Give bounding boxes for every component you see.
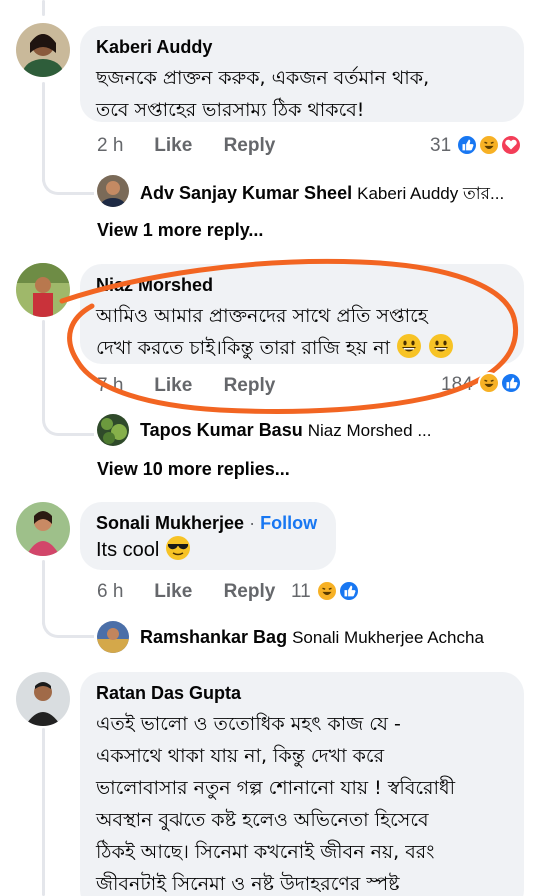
thread-line [42,82,45,182]
comment-actions: 2 h Like Reply [97,135,275,157]
avatar[interactable] [16,23,70,77]
comment-actions: 6 h Like Reply [97,581,275,603]
reply-snippet: Sonali Mukherjee Achcha [292,628,484,647]
avatar[interactable] [16,672,70,726]
haha-reaction-icon [478,372,500,394]
comment-bubble: Sonali Mukherjee · Follow Its cool [80,502,336,570]
like-button[interactable]: Like [154,135,218,157]
avatar[interactable] [16,502,70,556]
reply-snippet: Niaz Morshed ... [307,421,432,440]
haha-reaction-icon [316,580,338,602]
comment-text-line: ঠিকই আছে। সিনেমা কখনোই জীবন নয়, বরং [96,841,435,863]
comment-text-line: Its cool [96,539,160,561]
comment-text-line: ভালোবাসার নতুন গল্প শোনানো যায় ! স্ববির… [96,777,456,799]
comment-text-line: অবস্থান বুঝতে কষ্ট হলেও অভিনেতা হিসেবে [96,809,429,831]
grinning-emoji-icon [397,334,422,358]
author-row: Sonali Mukherjee · Follow [96,512,320,534]
reaction-count[interactable]: 31 [430,135,451,157]
love-reaction-icon [500,134,522,156]
reaction-count[interactable]: 184 [441,374,473,396]
comment-actions: 7 h Like Reply [97,375,275,397]
avatar[interactable] [97,414,129,446]
grinning-emoji-icon [429,334,454,358]
avatar[interactable] [97,621,129,653]
like-reaction-icon [338,580,360,602]
comment-text-line: একসাথে থাকা যায় না, কিন্তু দেখা করে [96,745,385,767]
comment-author[interactable]: Sonali Mukherjee [96,513,244,533]
thread-line [42,320,45,420]
comment-text-line: এতই ভালো ও ততোধিক মহৎ কাজ যে - [96,713,401,735]
like-reaction-icon [456,134,478,156]
reply-connector [42,618,94,638]
reply-author[interactable]: Tapos Kumar Basu [140,420,303,440]
reply-author[interactable]: Adv Sanjay Kumar Sheel [140,183,352,203]
reply-preview[interactable]: Tapos Kumar Basu Niaz Morshed ... [140,420,431,441]
comment-bubble: Kaberi Auddy ছজনকে প্রাক্তন করুক, একজন ব… [80,26,524,122]
reply-preview[interactable]: Ramshankar Bag Sonali Mukherjee Achcha [140,627,484,648]
thread-line [42,560,45,625]
comment-text-line: দেখা করতে চাই।কিন্তু তারা রাজি হয় না [96,337,390,359]
comment-author[interactable]: Kaberi Auddy [96,36,508,58]
avatar[interactable] [16,263,70,317]
reply-button[interactable]: Reply [224,581,276,603]
reaction-count[interactable]: 11 [291,581,311,603]
sunglasses-emoji-icon [165,536,190,560]
thread-line [42,0,45,16]
comment-bubble: Ratan Das Gupta এতই ভালো ও ততোধিক মহৎ কা… [80,672,524,896]
reply-author[interactable]: Ramshankar Bag [140,627,287,647]
follow-button[interactable]: Follow [260,513,317,533]
separator-dot: · [249,513,256,533]
comment-text-line: তবে সপ্তাহের ভারসাম্য ঠিক থাকবে! [96,99,365,121]
view-more-replies[interactable]: View 10 more replies... [97,459,290,480]
comment-text-line: ছজনকে প্রাক্তন করুক, একজন বর্তমান থাক, [96,67,430,89]
comment-text-line: আমিও আমার প্রাক্তনদের সাথে প্রতি সপ্তাহে [96,305,428,327]
thread-line [42,728,45,896]
reply-preview[interactable]: Adv Sanjay Kumar Sheel Kaberi Auddy তার.… [140,181,504,209]
comment-bubble: Niaz Morshed আমিও আমার প্রাক্তনদের সাথে … [80,264,524,364]
view-more-replies[interactable]: View 1 more reply... [97,220,263,241]
timestamp[interactable]: 2 h [97,135,149,157]
comment-author[interactable]: Ratan Das Gupta [96,682,508,704]
reply-button[interactable]: Reply [224,375,276,397]
haha-reaction-icon [478,134,500,156]
like-button[interactable]: Like [154,581,218,603]
comment-author[interactable]: Niaz Morshed [96,274,508,296]
avatar[interactable] [97,175,129,207]
reply-connector [42,175,94,195]
timestamp[interactable]: 7 h [97,375,149,397]
reply-button[interactable]: Reply [224,135,276,157]
comment-text-row: Its cool [96,534,320,566]
like-reaction-icon [500,372,522,394]
reply-snippet: Kaberi Auddy তার... [357,184,505,203]
reply-connector [42,416,94,436]
comment-text-line: জীবনটাই সিনেমা ও নষ্ট উদাহরণের স্পষ্ট [96,873,400,895]
timestamp[interactable]: 6 h [97,581,149,603]
comment-text-row: দেখা করতে চাই।কিন্তু তারা রাজি হয় না [96,332,508,364]
like-button[interactable]: Like [154,375,218,397]
